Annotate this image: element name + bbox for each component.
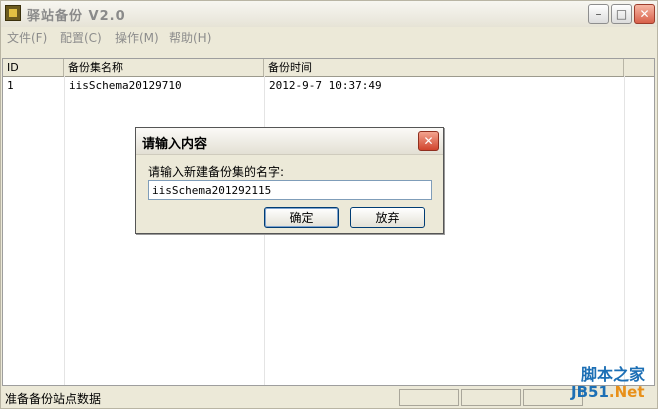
window-title: 驿站备份 V2.0	[27, 9, 126, 24]
dialog-prompt: 请输入新建备份集的名字:	[148, 165, 285, 179]
menu-operation[interactable]: 操作(M)	[115, 29, 159, 46]
maximize-icon: □	[615, 7, 628, 21]
dialog-title-bar[interactable]: 请输入内容 ✕	[136, 128, 443, 155]
app-icon[interactable]	[5, 5, 21, 21]
column-header-name[interactable]: 备份集名称	[64, 59, 264, 76]
status-pane	[461, 389, 521, 406]
status-text: 准备备份站点数据	[5, 392, 102, 406]
close-button[interactable]: ✕	[634, 4, 655, 24]
watermark-bottom-right: .Net	[608, 383, 645, 401]
column-header-time[interactable]: 备份时间	[264, 59, 624, 76]
menu-help[interactable]: 帮助(H)	[169, 29, 211, 46]
main-window: 驿站备份 V2.0 – □ ✕ 文件(F) 配置(C) 操作(M) 帮助(H) …	[0, 0, 658, 409]
watermark-bottom: JB51.Net	[571, 383, 645, 401]
menu-file[interactable]: 文件(F)	[7, 29, 47, 46]
column-divider	[64, 76, 65, 385]
menu-bar: 文件(F) 配置(C) 操作(M) 帮助(H)	[1, 27, 657, 47]
list-header: ID 备份集名称 备份时间	[3, 59, 654, 77]
maximize-button[interactable]: □	[611, 4, 632, 24]
close-icon: ✕	[423, 134, 434, 148]
status-pane	[399, 389, 459, 406]
title-bar[interactable]: 驿站备份 V2.0 – □ ✕	[1, 1, 657, 28]
watermark: 脚本之家 JB51.Net	[559, 357, 655, 405]
ok-button[interactable]: 确定	[264, 207, 339, 228]
watermark-bottom-left: JB51	[571, 383, 609, 401]
input-dialog: 请输入内容 ✕ 请输入新建备份集的名字: 确定 放弃	[135, 127, 444, 234]
column-divider	[624, 76, 625, 385]
cell-time: 2012-9-7 10:37:49	[269, 79, 382, 92]
dialog-title: 请输入内容	[142, 137, 208, 152]
cell-name: iisSchema20129710	[69, 79, 182, 92]
close-icon: ✕	[639, 7, 650, 21]
cancel-button[interactable]: 放弃	[350, 207, 425, 228]
minimize-button[interactable]: –	[588, 4, 609, 24]
cell-id: 1	[7, 79, 14, 92]
watermark-top: 脚本之家	[581, 365, 646, 384]
table-row[interactable]: 1 iisSchema20129710 2012-9-7 10:37:49	[3, 77, 654, 94]
column-header-id[interactable]: ID	[3, 59, 64, 76]
column-header-filler	[624, 59, 654, 76]
minimize-icon: –	[595, 7, 602, 21]
menu-config[interactable]: 配置(C)	[60, 29, 102, 46]
backup-name-input[interactable]	[148, 180, 432, 200]
dialog-close-button[interactable]: ✕	[418, 131, 439, 151]
